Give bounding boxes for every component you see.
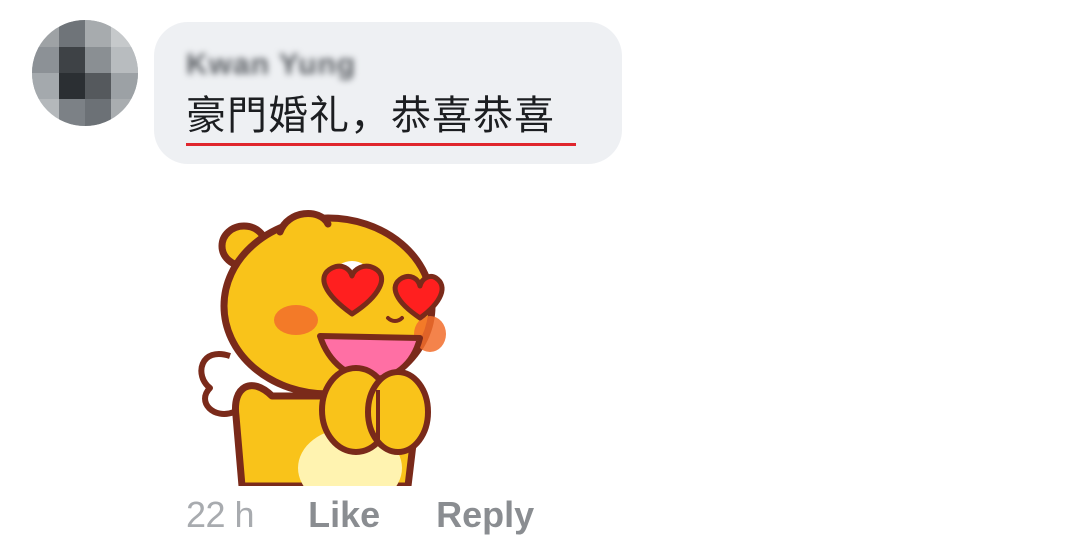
timestamp[interactable]: 22 h [186,494,255,536]
comment-bubble: Kwan Yung 豪門婚礼，恭喜恭喜 [154,22,622,164]
comment-text: 豪門婚礼，恭喜恭喜 [186,93,555,139]
like-button[interactable]: Like [308,494,380,536]
comment-item: Kwan Yung 豪門婚礼，恭喜恭喜 22 h Like Reply [0,0,1080,548]
spellcheck-underline [186,143,576,146]
author-name[interactable]: Kwan Yung [186,48,356,82]
comment-actions: 22 h Like Reply [186,490,534,540]
reply-button[interactable]: Reply [436,494,534,536]
heart-eyes-chick-sticker[interactable] [192,206,462,486]
pixelated-avatar-image [32,20,138,126]
avatar[interactable] [32,20,138,126]
sticker-image [198,210,446,486]
